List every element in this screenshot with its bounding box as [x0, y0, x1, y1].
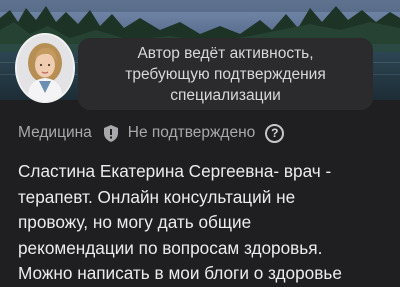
- category-label: Медицина: [18, 124, 92, 141]
- verification-tooltip: Автор ведёт активность, требующую подтве…: [78, 38, 373, 110]
- shield-exclamation-icon: [103, 124, 118, 142]
- specialization-row: Медицина Не подтверждено ?: [18, 122, 285, 144]
- avatar[interactable]: [15, 33, 75, 103]
- verification-status: Не подтверждено: [127, 124, 256, 141]
- tooltip-line: Автор ведёт активность,: [137, 45, 314, 62]
- channel-description: Сластина Екатерина Сергеевна- врач - тер…: [18, 159, 390, 287]
- description-line: Можно написать в мои блоги о здоровье: [18, 263, 342, 283]
- tooltip-line: требующую подтверждения: [125, 66, 326, 83]
- channel-screen: Автор ведёт активность, требующую подтве…: [0, 0, 400, 287]
- question-circle-icon[interactable]: ?: [265, 123, 285, 143]
- tooltip-line: специализации: [170, 87, 281, 104]
- description-line: Сластина Екатерина Сергеевна- врач -: [18, 161, 332, 181]
- description-line: провожу, но могу дать общие: [18, 212, 252, 232]
- description-line: терапевт. Онлайн консультаций не: [18, 186, 296, 207]
- description-line: рекомендации по вопросам здоровья.: [18, 237, 323, 258]
